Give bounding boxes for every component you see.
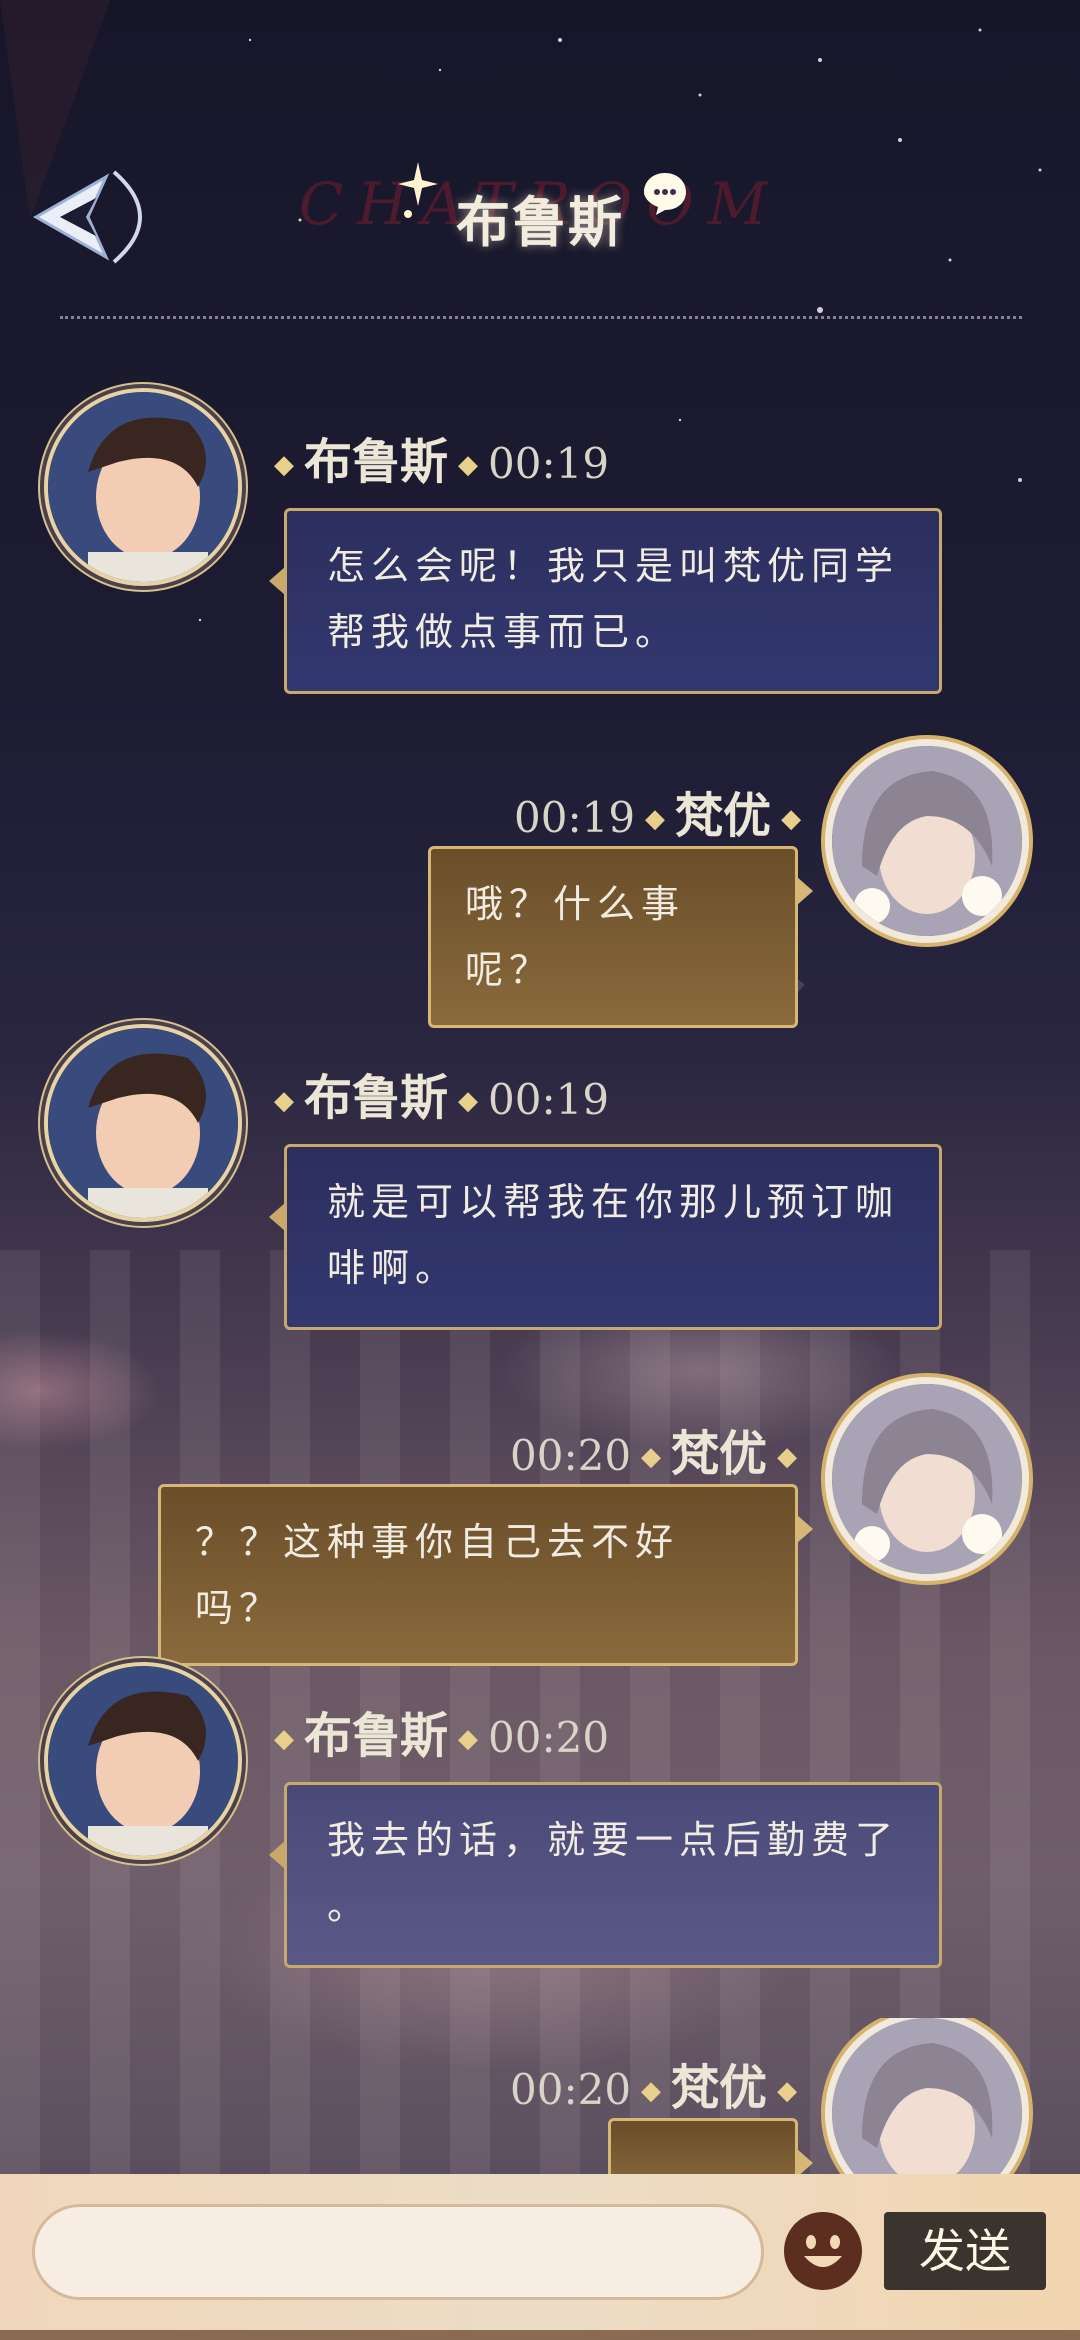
diamond-icon: ◆ [274, 450, 294, 480]
diamond-icon: ◆ [777, 1442, 798, 1472]
message-time: 00:20 [488, 1713, 610, 1762]
emoji-button[interactable] [784, 2212, 862, 2290]
diamond-icon: ◆ [458, 450, 479, 480]
message-line: 啡啊。 [327, 1246, 460, 1290]
message-time: 00:19 [488, 439, 610, 488]
avatar-fanyou[interactable] [832, 746, 1022, 936]
message-row: 00:20 ◆ 梵优 ◆ ？？这种事你自己去不好吗？ [0, 1384, 1080, 1666]
message-input[interactable] [32, 2204, 764, 2300]
message-bubble[interactable]: 怎么会呢！我只是叫梵优同学 帮我做点事而已。 [269, 508, 942, 694]
diamond-icon: ◆ [641, 1442, 662, 1472]
sender-line: ◆ 布鲁斯 ◆ 00:19 [264, 422, 609, 492]
message-row: ◆ 布鲁斯 ◆ 00:19 就是可以帮我在你那儿预订咖 啡啊。 [0, 1028, 1080, 1330]
sender-line: ◆ 布鲁斯 ◆ 00:20 [264, 1696, 609, 1766]
diamond-icon: ◆ [458, 1086, 479, 1116]
message-row: 00:19 ◆ 梵优 ◆ 哦？什么事呢？ [0, 746, 1080, 1028]
send-button[interactable]: 发送 [884, 2212, 1046, 2290]
input-bar: 发送 [0, 2174, 1080, 2340]
message-time: 00:20 [510, 1431, 632, 1480]
sender-name: 梵优 [675, 788, 772, 844]
avatar-portrait [832, 1384, 1022, 1574]
sender-line: 00:20 ◆ 梵优 ◆ [510, 2048, 807, 2118]
message-line: 。 [327, 1884, 372, 1928]
diamond-icon: ◆ [458, 1724, 479, 1754]
header: CHATROOM 布鲁斯 [0, 150, 1080, 270]
message-row: ◆ 布鲁斯 ◆ 00:20 我去的话，就要一点后勤费了 。 [0, 1666, 1080, 1968]
avatar-fanyou[interactable] [832, 2018, 1022, 2174]
sender-name: 梵优 [671, 1426, 768, 1482]
sender-line: 00:20 ◆ 梵优 ◆ [510, 1414, 807, 1484]
diamond-icon: ◆ [274, 1086, 294, 1116]
sender-line: 00:19 ◆ 梵优 ◆ [514, 776, 811, 846]
avatar-portrait [48, 1028, 238, 1218]
header-divider [60, 316, 1022, 319]
avatar-portrait [48, 1666, 238, 1856]
message-bubble[interactable]: 哦？什么事呢？ [428, 846, 813, 1028]
message-bubble[interactable]: 我去的话，就要一点后勤费了 。 [269, 1782, 942, 1968]
avatar-fanyou[interactable] [832, 1384, 1022, 1574]
diamond-icon: ◆ [641, 2076, 662, 2106]
avatar-bruce[interactable] [48, 1666, 238, 1856]
message-time: 00:19 [488, 1075, 610, 1124]
sender-line: ◆ 布鲁斯 ◆ 00:19 [264, 1058, 609, 1128]
sender-name: 布鲁斯 [304, 1708, 449, 1764]
message-bubble[interactable]: ？？这种事你自己去不好吗？ [158, 1484, 813, 1666]
message-line: 哦？什么事呢？ [465, 882, 686, 992]
message-time: 00:19 [514, 793, 636, 842]
bottom-edge [0, 2330, 1080, 2340]
chat-bubble-icon [644, 173, 686, 215]
emoji-face-icon [786, 2214, 860, 2288]
message-bubble[interactable] [608, 2118, 813, 2174]
diamond-icon: ◆ [777, 2076, 798, 2106]
message-line: 就是可以帮我在你那儿预订咖 [327, 1180, 900, 1224]
diamond-icon: ◆ [274, 1724, 294, 1754]
diamond-icon: ◆ [781, 804, 802, 834]
avatar-portrait [832, 746, 1022, 936]
avatar-bruce[interactable] [48, 392, 238, 582]
sender-name: 布鲁斯 [304, 434, 449, 490]
message-row: ◆ 布鲁斯 ◆ 00:19 怎么会呢！我只是叫梵优同学 帮我做点事而已。 [0, 392, 1080, 694]
diamond-icon: ◆ [645, 804, 666, 834]
avatar-bruce[interactable] [48, 1028, 238, 1218]
message-line: 怎么会呢！我只是叫梵优同学 [327, 544, 900, 588]
avatar-portrait [832, 2018, 1022, 2174]
message-line: ？？这种事你自己去不好吗？ [195, 1520, 680, 1630]
sender-name: 布鲁斯 [304, 1070, 449, 1126]
message-row: 00:20 ◆ 梵优 ◆ [0, 2018, 1080, 2174]
message-line: 帮我做点事而已。 [327, 610, 680, 654]
page-title: 布鲁斯 [456, 191, 624, 254]
message-bubble[interactable]: 就是可以帮我在你那儿预订咖 啡啊。 [269, 1144, 942, 1330]
message-line: 我去的话，就要一点后勤费了 [327, 1818, 900, 1862]
sender-name: 梵优 [671, 2060, 768, 2116]
message-time: 00:20 [510, 2065, 632, 2114]
avatar-portrait [48, 392, 238, 582]
